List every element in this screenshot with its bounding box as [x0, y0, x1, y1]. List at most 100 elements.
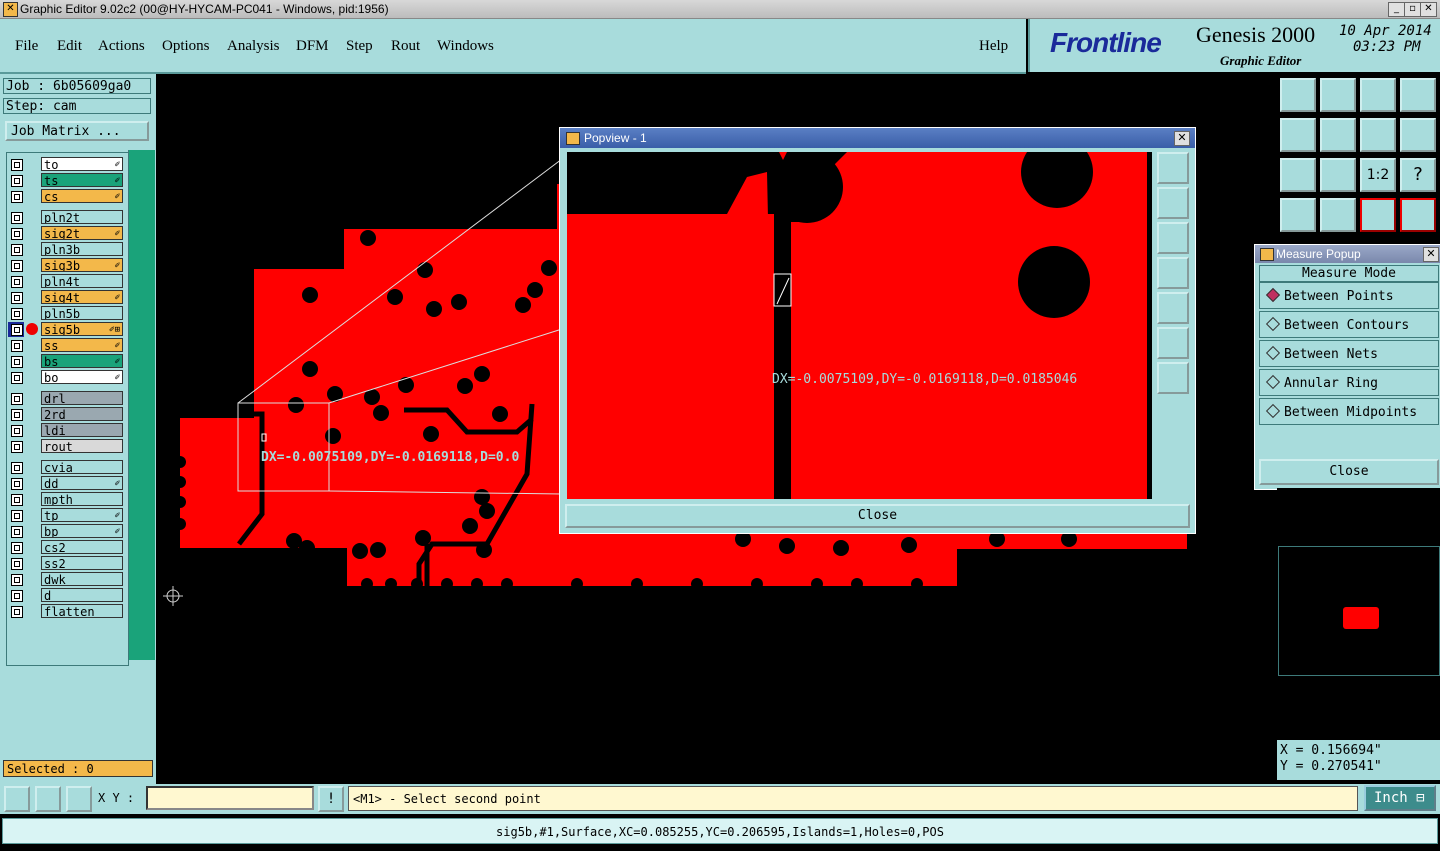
layer-name[interactable]: cs ✐ [41, 189, 123, 203]
snap-mode-icon[interactable] [4, 786, 30, 812]
layer-name[interactable]: pln5b [41, 306, 123, 320]
layer-name[interactable]: 2rd [41, 407, 123, 421]
layer-row-rout[interactable]: rout [7, 439, 128, 455]
layer-row-ss[interactable]: ss ✐ [7, 338, 128, 354]
popview-zoom-view[interactable]: DX=-0.0075109,DY=-0.0169118,D=0.0185046 [567, 152, 1152, 499]
layer-checkbox[interactable] [11, 425, 23, 437]
tool-net-icon[interactable] [1320, 198, 1356, 232]
layer-row-tp[interactable]: tp ✐ [7, 508, 128, 524]
layer-name[interactable]: tp ✐ [41, 508, 123, 522]
job-matrix-button[interactable]: Job Matrix ... [5, 121, 149, 141]
layer-name[interactable]: pln4t [41, 274, 123, 288]
layer-row-drl[interactable]: drl [7, 391, 128, 407]
layer-checkbox[interactable] [11, 308, 23, 320]
layer-row-sig5b[interactable]: sig5b ✐⊞ [7, 322, 128, 338]
layer-name[interactable]: cs2 [41, 540, 123, 554]
popview-down-icon[interactable] [1157, 222, 1189, 254]
tool-connect-alt-icon[interactable] [1400, 198, 1436, 232]
layer-row-flatten[interactable]: flatten [7, 604, 128, 620]
layer-row-cs[interactable]: cs ✐ [7, 189, 128, 205]
layer-row-cs2[interactable]: cs2 [7, 540, 128, 556]
layer-row-2rd[interactable]: 2rd [7, 407, 128, 423]
layer-checkbox[interactable] [11, 159, 23, 171]
layer-checkbox[interactable] [11, 175, 23, 187]
menu-help[interactable]: Help [979, 38, 1008, 55]
measure-option-between-midpoints[interactable]: Between Midpoints [1259, 398, 1439, 425]
layer-name[interactable]: pln3b [41, 242, 123, 256]
layer-checkbox[interactable] [11, 292, 23, 304]
layer-checkbox[interactable] [11, 478, 23, 490]
layer-row-cvia[interactable]: cvia [7, 460, 128, 476]
measure-option-annular-ring[interactable]: Annular Ring [1259, 369, 1439, 396]
layer-row-ts[interactable]: ts ✐ [7, 173, 128, 189]
layer-row-to[interactable]: to ✐ [7, 157, 128, 173]
tool-pan-right-icon[interactable] [1320, 118, 1356, 152]
layer-checkbox[interactable] [11, 276, 23, 288]
layer-name[interactable]: bp ✐ [41, 524, 123, 538]
popview-right-icon[interactable] [1157, 292, 1189, 324]
layer-name[interactable]: ts ✐ [41, 173, 123, 187]
layer-row-dwk[interactable]: dwk [7, 572, 128, 588]
layer-checkbox[interactable] [11, 212, 23, 224]
menu-file[interactable]: File [15, 38, 38, 55]
layer-row-pln5b[interactable]: pln5b [7, 306, 128, 322]
tool-help-icon[interactable]: ? [1400, 158, 1436, 192]
layer-name[interactable]: d [41, 588, 123, 602]
menu-options[interactable]: Options [162, 38, 210, 55]
layer-row-pln4t[interactable]: pln4t [7, 274, 128, 290]
tool-one-to-one-icon[interactable]: 1:2 [1360, 158, 1396, 192]
layer-name[interactable]: ldi [41, 423, 123, 437]
layer-name[interactable]: drl [41, 391, 123, 405]
layer-row-ldi[interactable]: ldi [7, 423, 128, 439]
menu-rout[interactable]: Rout [391, 38, 420, 55]
layer-name[interactable]: sig2t ✐ [41, 226, 123, 240]
layer-name[interactable]: bs ✐ [41, 354, 123, 368]
layer-row-sig4t[interactable]: sig4t ✐ [7, 290, 128, 306]
maximize-button[interactable]: ▫ [1404, 2, 1421, 17]
popview-close-x-button[interactable]: ✕ [1174, 131, 1190, 146]
layer-name[interactable]: pln2t [41, 210, 123, 224]
menu-edit[interactable]: Edit [57, 38, 82, 55]
tool-pan-down-icon[interactable] [1320, 78, 1356, 112]
layer-name[interactable]: rout [41, 439, 123, 453]
layer-row-dd[interactable]: dd ✐ [7, 476, 128, 492]
layer-name[interactable]: dwk [41, 572, 123, 586]
layer-name[interactable]: cvia [41, 460, 123, 474]
layer-name[interactable]: sig3b ✐ [41, 258, 123, 272]
menu-step[interactable]: Step [346, 38, 373, 55]
close-window-button[interactable]: ✕ [1420, 2, 1437, 17]
layer-checkbox[interactable] [11, 356, 23, 368]
measure-option-between-points[interactable]: Between Points [1259, 282, 1439, 309]
layer-row-ss2[interactable]: ss2 [7, 556, 128, 572]
layer-checkbox[interactable] [11, 441, 23, 453]
tool-home-icon[interactable] [1360, 78, 1396, 112]
tool-pan-left-icon[interactable] [1280, 118, 1316, 152]
layer-row-bs[interactable]: bs ✐ [7, 354, 128, 370]
layer-name[interactable]: to ✐ [41, 157, 123, 171]
layer-checkbox[interactable] [11, 574, 23, 586]
layer-checkbox[interactable] [11, 462, 23, 474]
tool-zoom-out-icon[interactable] [1320, 158, 1356, 192]
layer-checkbox[interactable] [11, 526, 23, 538]
alert-icon[interactable]: ! [318, 786, 344, 812]
minimize-button[interactable]: _ [1388, 2, 1405, 17]
tool-split-view-icon[interactable] [1400, 78, 1436, 112]
popview-fit-icon[interactable] [1157, 152, 1189, 184]
layer-checkbox[interactable] [11, 244, 23, 256]
layer-name[interactable]: ss2 [41, 556, 123, 570]
measure-close-button[interactable]: Close [1259, 459, 1439, 485]
layer-name[interactable]: sig4t ✐ [41, 290, 123, 304]
tool-connect-icon[interactable] [1360, 198, 1396, 232]
tool-zoom-home-icon[interactable] [1280, 78, 1316, 112]
layer-checkbox[interactable] [11, 542, 23, 554]
layer-checkbox[interactable] [11, 191, 23, 203]
layer-checkbox[interactable] [11, 372, 23, 384]
menu-actions[interactable]: Actions [98, 38, 145, 55]
layer-row-sig3b[interactable]: sig3b ✐ [7, 258, 128, 274]
menu-dfm[interactable]: DFM [296, 38, 329, 55]
layer-checkbox[interactable] [11, 606, 23, 618]
layer-checkbox[interactable] [11, 340, 23, 352]
layer-checkbox[interactable] [11, 324, 23, 336]
popview-zoom-in-icon[interactable] [1157, 327, 1189, 359]
grid-icon[interactable] [66, 786, 92, 812]
